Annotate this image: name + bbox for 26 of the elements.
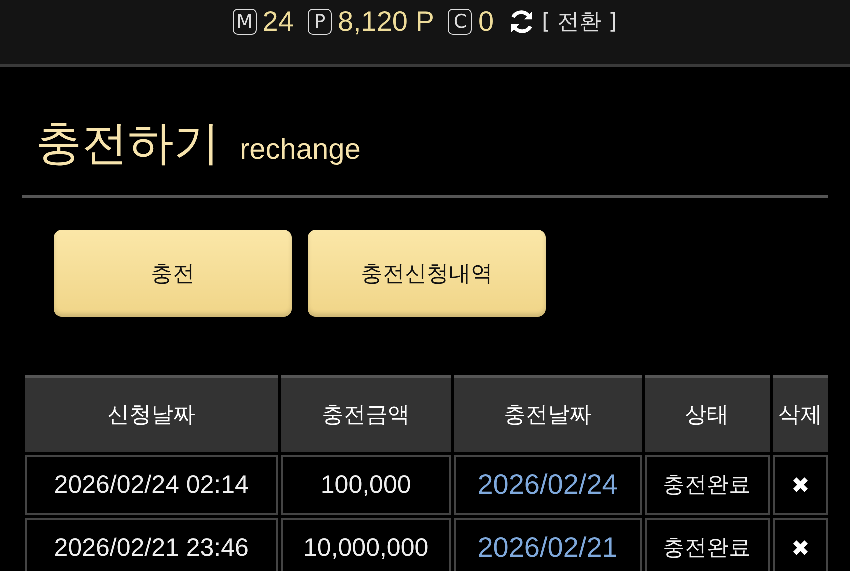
amount-cell: 10,000,000 xyxy=(281,518,451,571)
amount-cell: 100,000 xyxy=(281,455,451,515)
column-header: 신청날짜 xyxy=(25,375,278,452)
column-header: 충전금액 xyxy=(281,375,451,452)
page-subtitle: rechange xyxy=(240,134,361,167)
column-header: 충전날짜 xyxy=(454,375,642,452)
charge-date-link[interactable]: 2026/02/24 xyxy=(454,455,642,515)
balance-value: 0 xyxy=(478,6,494,38)
status-cell: 충전완료 xyxy=(644,455,770,515)
status-cell: 충전완료 xyxy=(644,518,770,571)
balance-value: 24 xyxy=(262,6,294,38)
balance-badge: M xyxy=(232,9,257,35)
switch-link[interactable]: [ 전환 ] xyxy=(542,7,618,37)
column-header: 삭제 xyxy=(772,375,828,452)
delete-button[interactable]: ✖ xyxy=(791,472,810,498)
charge-date-link[interactable]: 2026/02/21 xyxy=(454,518,642,571)
page-title: 충전하기 xyxy=(36,115,220,172)
column-header: 상태 xyxy=(644,375,770,452)
request-date-cell: 2026/02/24 02:14 xyxy=(25,455,278,515)
tab-button[interactable]: 충전 xyxy=(54,230,292,317)
balance-badge: C xyxy=(448,9,472,35)
delete-button[interactable]: ✖ xyxy=(791,536,810,562)
balance-badge: P xyxy=(308,9,332,35)
tab-button[interactable]: 충전신청내역 xyxy=(308,230,546,317)
request-date-cell: 2026/02/21 23:46 xyxy=(25,518,278,571)
balance-value: 8,120 P xyxy=(338,6,434,38)
